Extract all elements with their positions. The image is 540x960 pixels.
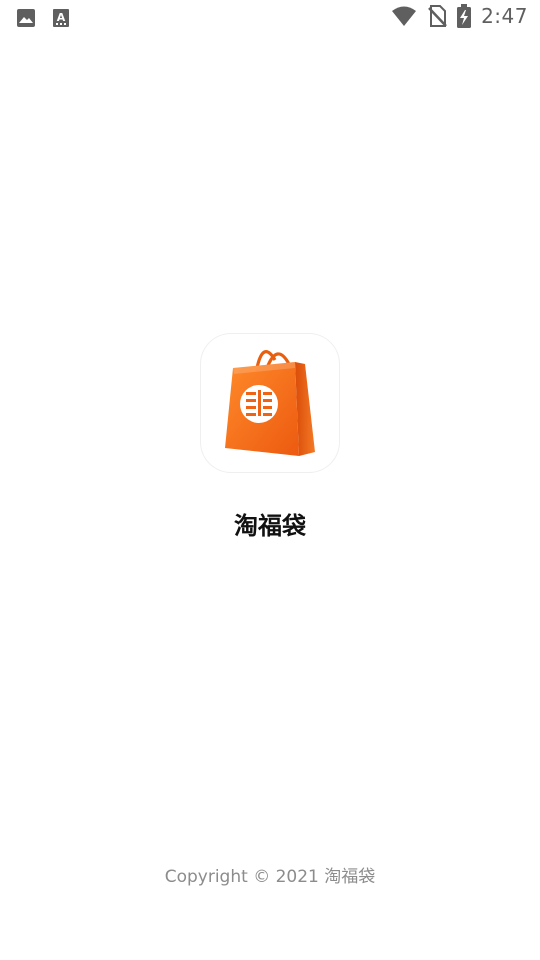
app-logo	[201, 334, 339, 472]
app-name: 淘福袋	[234, 512, 306, 540]
status-bar: A 2:47	[0, 0, 540, 38]
battery-charging-icon	[457, 4, 472, 28]
shopping-bag-logo-icon	[225, 350, 315, 456]
wifi-icon	[391, 5, 417, 27]
status-bar-notifications: A	[16, 8, 70, 28]
image-notification-icon	[16, 8, 36, 28]
no-sim-icon	[427, 4, 447, 28]
copyright-text: Copyright © 2021 淘福袋	[164, 867, 376, 887]
font-notification-icon: A	[52, 8, 70, 28]
svg-text:A: A	[57, 11, 66, 24]
status-bar-system: 2:47	[391, 4, 528, 28]
status-bar-time: 2:47	[481, 4, 528, 28]
